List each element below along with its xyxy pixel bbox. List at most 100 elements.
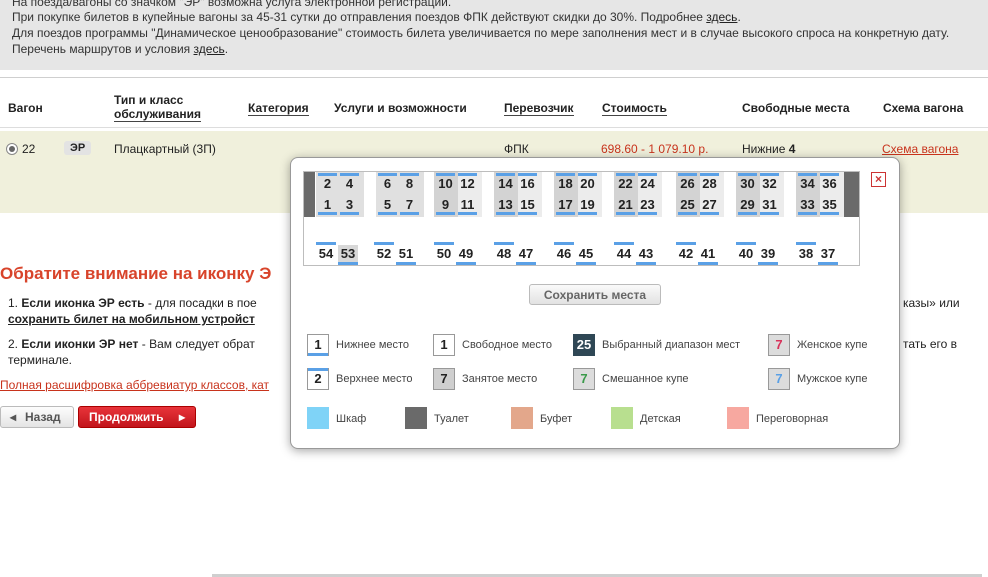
notice-line-1: На поезда/вагоны со значком "ЭР" возможн…	[12, 0, 452, 9]
seat-lower-19[interactable]: 19	[578, 196, 597, 215]
seat-upper-24[interactable]: 24	[638, 173, 657, 192]
wagon-number: 22	[22, 142, 36, 156]
attention-p2-right: тать его в	[903, 337, 958, 351]
seat-upper-14[interactable]: 14	[496, 173, 515, 192]
legend-free-label: Свободное место	[462, 339, 552, 351]
side-seat-38[interactable]: 38	[796, 242, 816, 262]
seat-upper-26[interactable]: 26	[678, 173, 697, 192]
side-seat-37[interactable]: 37	[818, 245, 838, 265]
seat-upper-30[interactable]: 30	[738, 173, 757, 192]
continue-button[interactable]: Продолжить ▸	[78, 406, 196, 428]
side-seat-51[interactable]: 51	[396, 245, 416, 265]
kids-swatch	[611, 407, 633, 429]
seat-upper-10[interactable]: 10	[436, 173, 455, 192]
wagon-free-seats: Нижние 4	[742, 142, 796, 156]
routes-link[interactable]: здесь	[194, 42, 225, 56]
seat-lower-9[interactable]: 9	[436, 196, 455, 215]
scheme-link[interactable]: Схема вагона	[882, 142, 958, 156]
seat-lower-21[interactable]: 21	[616, 196, 635, 215]
seat-upper-22[interactable]: 22	[616, 173, 635, 192]
meeting-swatch	[727, 407, 749, 429]
seat-lower-33[interactable]: 33	[798, 196, 817, 215]
seat-upper-4[interactable]: 4	[340, 173, 359, 192]
seat-upper-2[interactable]: 2	[318, 173, 337, 192]
legend-male-box: 7	[768, 368, 790, 390]
toilet-right	[842, 172, 859, 217]
side-seat-49[interactable]: 49	[456, 245, 476, 265]
seat-lower-25[interactable]: 25	[678, 196, 697, 215]
close-icon[interactable]: ×	[871, 172, 886, 187]
seat-upper-32[interactable]: 32	[760, 173, 779, 192]
seat-upper-6[interactable]: 6	[378, 173, 397, 192]
seat-lower-1[interactable]: 1	[318, 196, 337, 215]
side-seat-39[interactable]: 39	[758, 245, 778, 265]
seat-upper-36[interactable]: 36	[820, 173, 839, 192]
side-seat-42[interactable]: 42	[676, 242, 696, 262]
header-scheme: Схема вагона	[883, 101, 964, 115]
seat-lower-5[interactable]: 5	[378, 196, 397, 215]
buffet-swatch	[511, 407, 533, 429]
seat-lower-7[interactable]: 7	[400, 196, 419, 215]
seat-lower-23[interactable]: 23	[638, 196, 657, 215]
side-seat-43[interactable]: 43	[636, 245, 656, 265]
back-button[interactable]: ◂ Назад	[0, 406, 74, 428]
side-seat-44[interactable]: 44	[614, 242, 634, 262]
header-divider	[0, 127, 988, 128]
side-seat-40[interactable]: 40	[736, 242, 756, 262]
seat-upper-34[interactable]: 34	[798, 173, 817, 192]
seat-upper-8[interactable]: 8	[400, 173, 419, 192]
side-seat-45[interactable]: 45	[576, 245, 596, 265]
header-type[interactable]: Тип и класс обслуживания	[114, 93, 201, 122]
chevron-right-icon: ▸	[179, 410, 186, 424]
side-seat-54[interactable]: 54	[316, 242, 336, 262]
attention-p1-line2[interactable]: сохранить билет на мобильном устройст	[8, 312, 255, 326]
seat-lower-13[interactable]: 13	[496, 196, 515, 215]
wagon-type: Плацкартный (3П)	[114, 142, 216, 156]
attention-title: Обратите внимание на иконку Э	[0, 264, 272, 283]
seat-lower-27[interactable]: 27	[700, 196, 719, 215]
save-seats-button[interactable]: Сохранить места	[529, 284, 661, 305]
abbreviations-link[interactable]: Полная расшифровка аббревиатур классов, …	[0, 378, 269, 392]
seat-lower-29[interactable]: 29	[738, 196, 757, 215]
discount-details-link[interactable]: здесь	[706, 10, 737, 24]
seat-upper-28[interactable]: 28	[700, 173, 719, 192]
legend-taken-label: Занятое место	[462, 373, 538, 385]
seat-lower-35[interactable]: 35	[820, 196, 839, 215]
seat-map-popup: × 2 4 1 3 6 8 5 7 10 12 9 11 14 16 13 15 18 20 17 19 22 24 21 2…	[290, 157, 900, 449]
seat-lower-31[interactable]: 31	[760, 196, 779, 215]
seat-lower-15[interactable]: 15	[518, 196, 537, 215]
seat-upper-18[interactable]: 18	[556, 173, 575, 192]
seat-upper-16[interactable]: 16	[518, 173, 537, 192]
side-seat-50[interactable]: 50	[434, 242, 454, 262]
attention-p1: 1. Если иконка ЭР есть - для посадки в п…	[8, 296, 257, 310]
legend-mixed-box: 7	[573, 368, 595, 390]
info-notice: На поезда/вагоны со значком "ЭР" возможн…	[0, 0, 988, 70]
side-seat-53[interactable]: 53	[338, 245, 358, 265]
side-seat-48[interactable]: 48	[494, 242, 514, 262]
legend-upper-label: Верхнее место	[336, 373, 413, 385]
side-seat-41[interactable]: 41	[698, 245, 718, 265]
side-seat-46[interactable]: 46	[554, 242, 574, 262]
seat-lower-17[interactable]: 17	[556, 196, 575, 215]
seat-lower-11[interactable]: 11	[458, 196, 477, 215]
coach-scheme: 2 4 1 3 6 8 5 7 10 12 9 11 14 16 13 15 18 20 17 19 22 24 21 23 2…	[303, 171, 860, 266]
attention-p2-line2: терминале.	[8, 353, 72, 367]
header-carrier[interactable]: Перевозчик	[504, 101, 574, 116]
side-seat-52[interactable]: 52	[374, 242, 394, 262]
seat-lower-3[interactable]: 3	[340, 196, 359, 215]
legend-upper-box: 2	[307, 368, 329, 390]
wagon-price: 698.60 - 1 079.10 р.	[601, 142, 709, 156]
wardrobe-swatch	[307, 407, 329, 429]
legend-free-box: 1	[433, 334, 455, 356]
legend-range-box: 25	[573, 334, 595, 356]
side-seat-47[interactable]: 47	[516, 245, 536, 265]
attention-p1-right: казы» или	[903, 296, 960, 310]
legend-female-box: 7	[768, 334, 790, 356]
header-price[interactable]: Стоимость	[602, 101, 667, 116]
chevron-left-icon: ◂	[10, 410, 17, 424]
header-category[interactable]: Категория	[248, 101, 309, 116]
seat-upper-20[interactable]: 20	[578, 173, 597, 192]
wagon-radio[interactable]	[6, 143, 18, 155]
er-badge: ЭР	[64, 141, 92, 155]
seat-upper-12[interactable]: 12	[458, 173, 477, 192]
